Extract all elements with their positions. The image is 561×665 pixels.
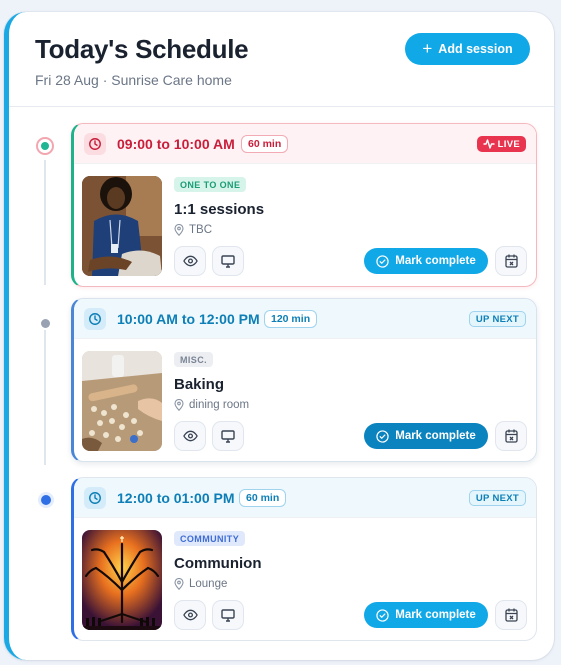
duration-badge: 60 min [239,489,287,507]
session-name: Communion [174,555,262,572]
map-pin-icon [174,578,184,590]
check-circle-icon [376,608,389,622]
display-button[interactable] [212,246,244,276]
session-time: 12:00 to 01:00 PM [117,490,235,506]
session-thumbnail [82,351,162,451]
session-location: dining room [174,399,249,411]
eye-icon [182,430,198,442]
duration-badge: 60 min [241,135,289,153]
timeline-line [44,330,46,465]
add-session-button[interactable]: + Add session [405,33,530,65]
session-card-header: 09:00 to 10:00 AM 60 min LIVE [74,124,536,164]
calendar-x-icon [504,254,518,268]
timeline-line [44,160,46,285]
check-circle-icon [376,254,389,268]
status-label: UP NEXT [475,313,519,325]
cancel-session-button[interactable] [495,600,527,630]
eye-icon [182,609,198,621]
timeline-dot-live [36,137,54,155]
session-card[interactable]: 09:00 to 10:00 AM 60 min LIVE ONE TO ONE [71,123,537,287]
eye-icon [182,255,198,267]
session-card[interactable]: 12:00 to 01:00 PM 60 min UP NEXT COMMUNI… [71,477,537,641]
session-thumbnail [82,176,162,276]
view-button[interactable] [174,246,206,276]
clock-icon [84,487,106,509]
calendar-x-icon [504,608,518,622]
display-button[interactable] [212,600,244,630]
status-badge: UP NEXT [468,490,526,506]
session-name: 1:1 sessions [174,201,265,218]
schedule-panel: Today's Schedule Fri 28 Aug · Sunrise Ca… [4,12,554,660]
location-label: TBC [189,224,212,236]
display-button[interactable] [212,421,244,451]
session-card-header: 12:00 to 01:00 PM 60 min UP NEXT [74,478,536,518]
clock-icon [84,133,106,155]
schedule-header: Today's Schedule Fri 28 Aug · Sunrise Ca… [9,12,554,107]
session-location: TBC [174,224,212,236]
view-button[interactable] [174,600,206,630]
session-time: 10:00 AM to 12:00 PM [117,311,260,327]
session-time: 09:00 to 10:00 AM [117,136,235,152]
mark-complete-button[interactable]: Mark complete [364,602,488,628]
status-label: UP NEXT [475,492,519,504]
session-thumbnail [82,530,162,630]
session-card[interactable]: 10:00 AM to 12:00 PM 120 min UP NEXT MIS… [71,298,537,462]
pulse-icon [483,139,495,149]
map-pin-icon [174,399,184,411]
mark-complete-label: Mark complete [395,609,476,621]
check-circle-icon [376,429,389,443]
mark-complete-label: Mark complete [395,255,476,267]
cancel-session-button[interactable] [495,421,527,451]
view-button[interactable] [174,421,206,451]
page-title: Today's Schedule [35,34,249,64]
mark-complete-button[interactable]: Mark complete [364,248,488,274]
location-label: Lounge [189,578,228,590]
monitor-icon [221,608,235,622]
calendar-x-icon [504,429,518,443]
duration-badge: 120 min [264,310,318,328]
monitor-icon [221,429,235,443]
clock-icon [84,308,106,330]
mark-complete-label: Mark complete [395,430,476,442]
location-label: dining room [189,399,250,411]
page-subtitle: Fri 28 Aug · Sunrise Care home [35,72,232,88]
map-pin-icon [174,224,184,236]
category-badge: MISC. [174,352,214,367]
mark-complete-button[interactable]: Mark complete [364,423,488,449]
status-badge: LIVE [476,136,526,152]
add-session-label: Add session [438,42,513,56]
cancel-session-button[interactable] [495,246,527,276]
session-location: Lounge [174,578,227,590]
monitor-icon [221,254,235,268]
category-badge: ONE TO ONE [174,177,247,192]
session-card-header: 10:00 AM to 12:00 PM 120 min UP NEXT [74,299,536,339]
session-name: Baking [174,376,225,393]
status-badge: UP NEXT [468,311,526,327]
timeline-dot-upcoming [41,495,51,505]
plus-icon: + [422,38,433,58]
category-badge: COMMUNITY [174,531,246,546]
status-label: LIVE [497,138,520,150]
timeline-dot-upcoming [41,319,50,328]
